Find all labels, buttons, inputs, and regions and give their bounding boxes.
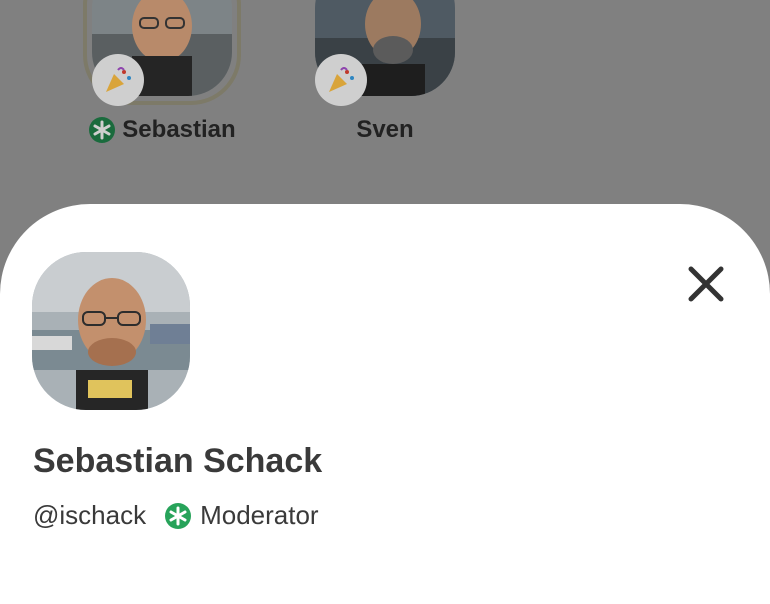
moderator-badge: Moderator (164, 500, 319, 531)
speaker-name: Sebastian (77, 116, 247, 144)
speaker-name-label: Sven (356, 116, 414, 143)
moderator-asterisk-icon (165, 502, 192, 529)
profile-role: Moderator (200, 500, 319, 530)
profile-avatar[interactable] (32, 252, 190, 410)
moderator-asterisk-icon (89, 117, 116, 143)
party-popper-icon (92, 54, 144, 106)
speaker-avatar-frame (311, 0, 459, 106)
speaker-tile-sebastian[interactable]: Sebastian (77, 0, 247, 144)
speaker-name-label: Sebastian (122, 116, 236, 143)
speaker-tile-sven[interactable]: Sven (300, 0, 470, 144)
close-icon (688, 266, 724, 302)
profile-sheet: Sebastian Schack @ischack Moderator (0, 204, 770, 604)
profile-meta: @ischack Moderator (33, 500, 319, 531)
profile-full-name: Sebastian Schack (33, 442, 323, 480)
profile-username: @ischack (33, 500, 147, 530)
party-popper-icon (315, 54, 367, 106)
speaker-avatar-frame (83, 0, 241, 106)
speaker-name: Sven (300, 116, 470, 144)
close-button[interactable] (682, 260, 730, 308)
